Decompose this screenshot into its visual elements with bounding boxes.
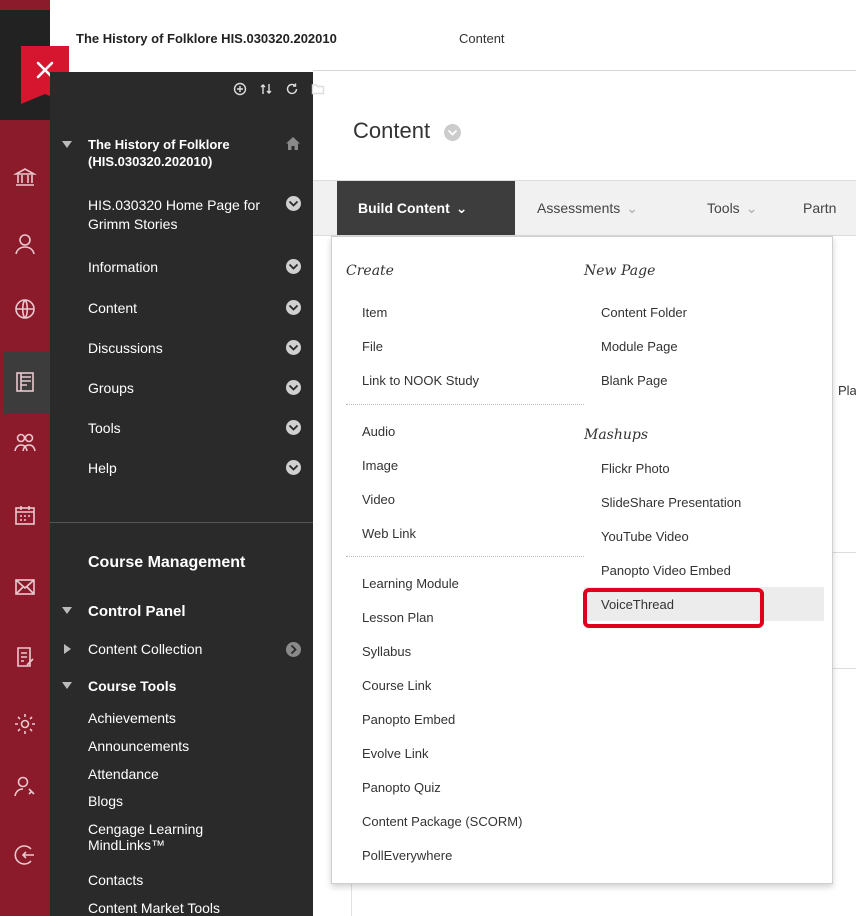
tools-button[interactable]: Tools ⌄ (707, 181, 757, 235)
user-key-icon[interactable] (13, 775, 37, 799)
menu-item-content-folder[interactable]: Content Folder (601, 305, 687, 320)
menu-item-learning-module[interactable]: Learning Module (362, 576, 459, 591)
tool-contacts[interactable]: Contacts (88, 872, 143, 888)
course-menu: The History of Folklore (HIS.030320.2020… (50, 72, 325, 916)
chevron-down-icon[interactable] (286, 340, 301, 355)
menu-item-slideshare[interactable]: SlideShare Presentation (601, 495, 741, 510)
chevron-down-icon[interactable] (286, 259, 301, 274)
menu-item-youtube[interactable]: YouTube Video (601, 529, 689, 544)
tool-blogs[interactable]: Blogs (88, 793, 123, 809)
add-menu-item-icon[interactable] (233, 82, 247, 96)
tool-achievements[interactable]: Achievements (88, 710, 176, 726)
user-icon[interactable] (13, 232, 37, 256)
chevron-down-icon: ⌄ (626, 200, 638, 216)
build-content-menu: Create Item File Link to NOOK Study Audi… (331, 236, 833, 884)
courses-icon[interactable] (13, 370, 37, 394)
breadcrumb-course[interactable]: The History of Folklore HIS.030320.20201… (76, 31, 337, 46)
assessments-button[interactable]: Assessments ⌄ (537, 181, 638, 235)
content-item-text: Pla (838, 383, 856, 398)
course-title-label: The History of Folklore (HIS.030320.2020… (88, 137, 230, 169)
chevron-down-icon[interactable] (444, 124, 461, 141)
calendar-icon[interactable] (13, 503, 37, 527)
menu-item-flickr[interactable]: Flickr Photo (601, 461, 670, 476)
breadcrumb-page: Content (459, 31, 505, 46)
chevron-right-icon[interactable] (286, 642, 301, 657)
home-icon[interactable] (285, 136, 301, 151)
menu-item-blank-page[interactable]: Blank Page (601, 373, 668, 388)
menu-item-lesson-plan[interactable]: Lesson Plan (362, 610, 434, 625)
create-heading: Create (346, 263, 394, 279)
menu-separator (346, 404, 584, 405)
new-page-heading: New Page (584, 263, 656, 279)
top-bar: The History of Folklore HIS.030320.20201… (0, 0, 856, 72)
menu-item-polleverywhere[interactable]: PollEverywhere (362, 848, 452, 863)
globe-icon[interactable] (13, 297, 37, 321)
menu-toolbar (233, 82, 325, 100)
divider (313, 70, 856, 71)
menu-item-video[interactable]: Video (362, 492, 395, 507)
mashups-heading: Mashups (584, 427, 649, 443)
menu-item-audio[interactable]: Audio (362, 424, 395, 439)
menu-item-file[interactable]: File (362, 339, 383, 354)
menu-item-evolve-link[interactable]: Evolve Link (362, 746, 428, 761)
menu-item-module-page[interactable]: Module Page (601, 339, 678, 354)
reorder-icon[interactable] (259, 82, 273, 96)
menu-divider (50, 522, 313, 523)
callout-highlight-box (583, 588, 764, 628)
groups-icon[interactable] (13, 430, 37, 454)
menu-item-panopto-video-embed[interactable]: Panopto Video Embed (601, 563, 731, 578)
menu-separator (346, 556, 584, 557)
chevron-down-icon[interactable] (286, 420, 301, 435)
chevron-down-icon[interactable] (286, 300, 301, 315)
menu-item-syllabus[interactable]: Syllabus (362, 644, 411, 659)
page-title: Content (353, 118, 431, 143)
chevron-down-icon[interactable] (286, 460, 301, 475)
menu-item-nook-link[interactable]: Link to NOOK Study (362, 373, 479, 388)
partner-content-button[interactable]: Partn (803, 181, 856, 235)
chevron-down-icon[interactable] (286, 196, 301, 211)
menu-item-panopto-embed[interactable]: Panopto Embed (362, 712, 455, 727)
chevron-down-icon[interactable] (286, 380, 301, 395)
menu-item-panopto-quiz[interactable]: Panopto Quiz (362, 780, 441, 795)
global-nav-rail (0, 0, 50, 916)
folder-icon[interactable] (311, 82, 325, 96)
menu-item-web-link[interactable]: Web Link (362, 526, 416, 541)
tool-attendance[interactable]: Attendance (88, 766, 159, 782)
mail-icon[interactable] (13, 575, 37, 599)
menu-item-course-link[interactable]: Course Link (362, 678, 431, 693)
menu-item-image[interactable]: Image (362, 458, 398, 473)
tool-content-market[interactable]: Content Market Tools (88, 900, 220, 916)
action-bar: Build Content ⌄ Assessments ⌄ Tools ⌄ Partn (313, 180, 856, 236)
menu-item-scorm-package[interactable]: Content Package (SCORM) (362, 814, 522, 829)
signout-icon[interactable] (13, 843, 37, 867)
grades-icon[interactable] (13, 645, 37, 669)
settings-icon[interactable] (13, 712, 37, 736)
tool-announcements[interactable]: Announcements (88, 738, 189, 754)
build-content-button[interactable]: Build Content ⌄ (337, 181, 515, 235)
refresh-icon[interactable] (285, 82, 299, 96)
chevron-down-icon: ⌄ (455, 200, 468, 216)
menu-item-item[interactable]: Item (362, 305, 387, 320)
tool-cengage-mindlinks[interactable]: Cengage Learning MindLinks™ (88, 821, 248, 853)
institution-icon[interactable] (13, 165, 37, 189)
chevron-down-icon: ⌄ (745, 200, 758, 216)
